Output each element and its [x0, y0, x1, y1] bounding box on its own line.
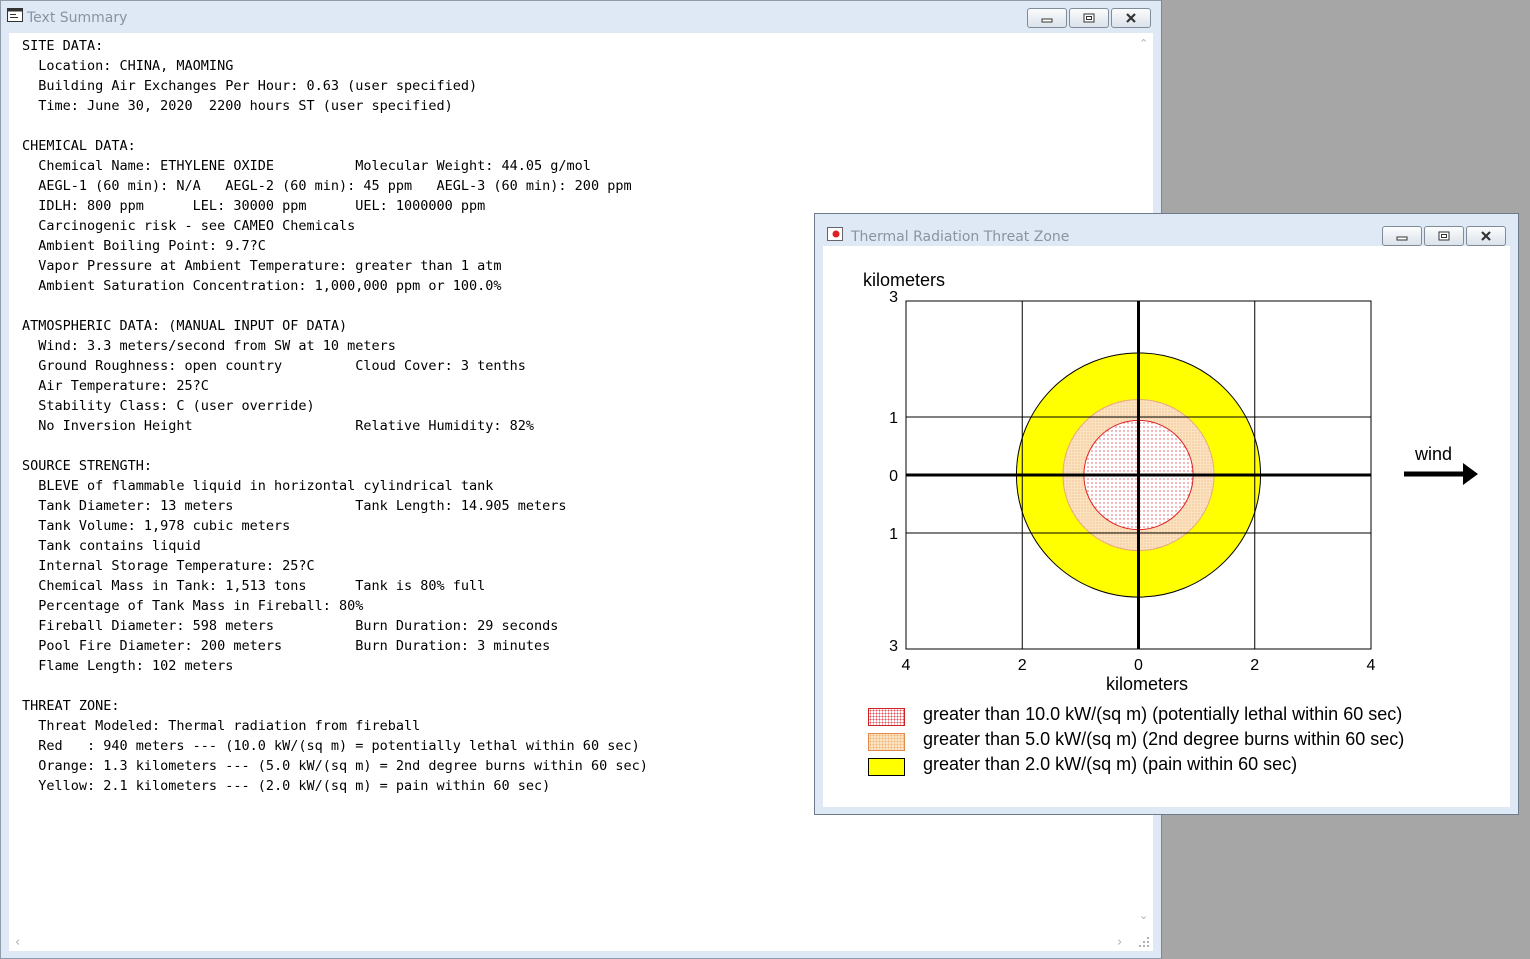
summary-window-title: Text Summary — [27, 10, 128, 26]
legend-swatch-red — [868, 708, 905, 726]
summary-titlebar[interactable]: Text Summary — [1, 1, 1161, 33]
y-tick-label: 0 — [889, 468, 898, 485]
resize-grip-icon[interactable] — [1138, 936, 1150, 948]
x-tick-label: 4 — [902, 657, 911, 674]
threat-close-button[interactable] — [1466, 226, 1506, 246]
document-window-icon — [7, 8, 23, 22]
threat-maximize-button[interactable] — [1424, 226, 1464, 246]
threat-zone-window: Thermal Radiation Threat Zone 4 2 0 2 4 … — [814, 213, 1519, 815]
restore-icon — [1083, 13, 1095, 23]
wind-arrow-icon — [1404, 463, 1478, 485]
legend-swatch-orange — [868, 733, 905, 751]
legend-label: greater than 5.0 kW/(sq m) (2nd degree b… — [923, 729, 1405, 749]
legend-label: greater than 10.0 kW/(sq m) (potentially… — [923, 704, 1403, 724]
y-tick-label: 1 — [889, 526, 898, 543]
x-axis-label: kilometers — [1106, 674, 1188, 694]
threat-minimize-button[interactable] — [1382, 226, 1422, 246]
close-icon — [1481, 231, 1491, 241]
close-button[interactable] — [1111, 8, 1151, 28]
x-tick-label: 2 — [1250, 657, 1259, 674]
legend-swatch-yellow — [868, 758, 905, 776]
threat-titlebar[interactable]: Thermal Radiation Threat Zone — [815, 214, 1518, 246]
threat-window-title: Thermal Radiation Threat Zone — [851, 229, 1070, 245]
x-tick-label: 0 — [1134, 657, 1143, 674]
minimize-icon — [1041, 18, 1053, 23]
maximize-button[interactable] — [1069, 8, 1109, 28]
scroll-right-icon[interactable]: › — [1117, 935, 1122, 950]
scroll-up-icon[interactable]: ⌃ — [1139, 37, 1148, 50]
close-icon — [1126, 13, 1136, 23]
scroll-down-icon[interactable]: ⌄ — [1139, 909, 1148, 922]
legend-label: greater than 2.0 kW/(sq m) (pain within … — [923, 754, 1298, 774]
threat-window-icon — [827, 227, 843, 241]
x-tick-label: 2 — [1018, 657, 1027, 674]
wind-label: wind — [1414, 444, 1452, 464]
threat-zone-plot: 4 2 0 2 431013 kilometers kilometers wind — [863, 270, 1478, 694]
wind-indicator: wind — [1404, 444, 1478, 485]
x-tick-label: 4 — [1367, 657, 1376, 674]
y-tick-label: 3 — [889, 638, 898, 655]
summary-text-content: SITE DATA: Location: CHINA, MAOMING Buil… — [22, 38, 648, 794]
minimize-button[interactable] — [1027, 8, 1067, 28]
summary-window-controls — [1025, 8, 1151, 28]
y-axis-label: kilometers — [863, 270, 945, 290]
y-tick-label: 3 — [889, 289, 898, 306]
threat-window-controls — [1380, 226, 1506, 246]
scroll-left-icon[interactable]: ‹ — [15, 935, 20, 950]
minimize-icon — [1396, 236, 1408, 241]
threat-plot-area: 4202431013 kilometers kilometers wind gr… — [823, 246, 1510, 807]
horizontal-scrollbar[interactable]: ‹ › — [9, 933, 1135, 951]
restore-icon — [1438, 231, 1450, 241]
y-tick-label: 1 — [889, 410, 898, 427]
